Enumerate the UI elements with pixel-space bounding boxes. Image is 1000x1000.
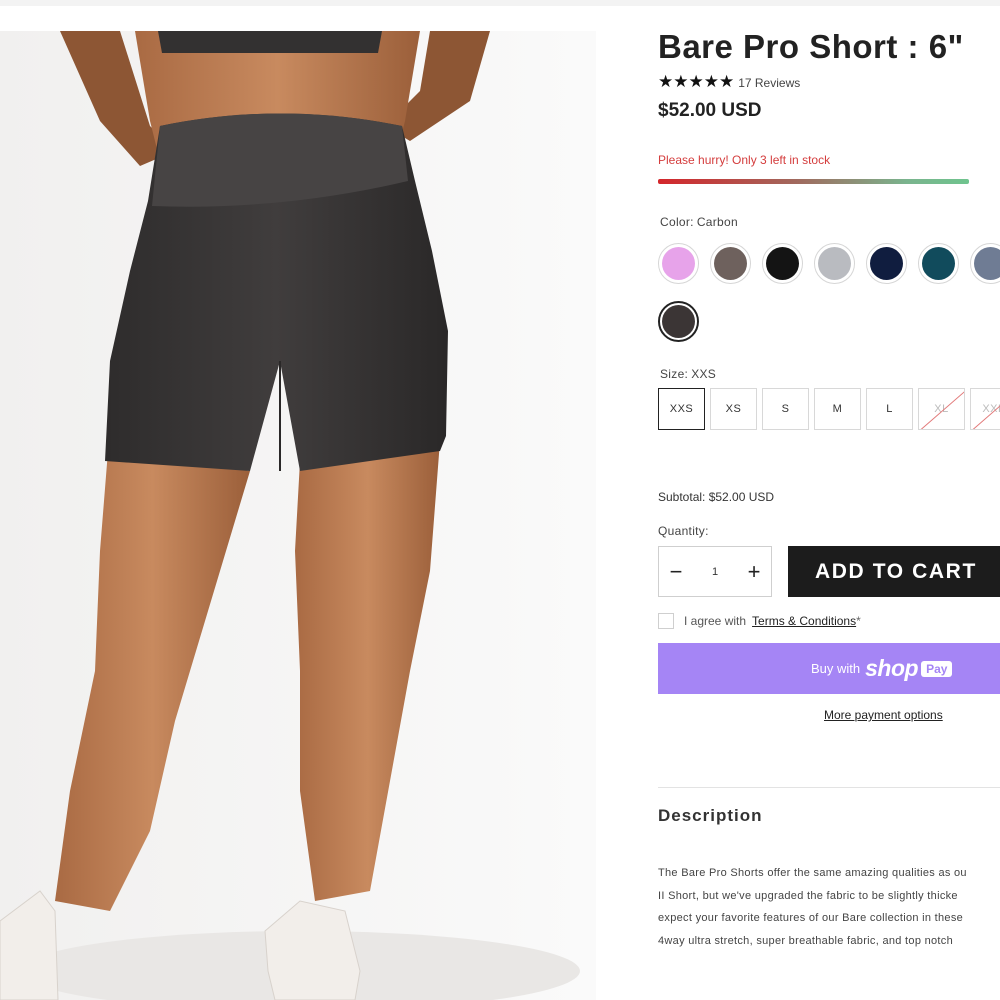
- description-line: II Short, but we've upgraded the fabric …: [658, 889, 958, 902]
- swatch-color: [974, 247, 1000, 280]
- color-swatch-pink[interactable]: [658, 243, 699, 284]
- quantity-plus-button[interactable]: +: [737, 547, 771, 596]
- description-line: expect your favorite features of our Bar…: [658, 912, 964, 924]
- swatch-color: [714, 247, 747, 280]
- buy-with-text: Buy with: [811, 661, 861, 676]
- color-swatch-carbon[interactable]: [658, 301, 699, 342]
- description-line: The Bare Pro Shorts offer the same amazi…: [658, 867, 967, 879]
- star-rating-icon: ★★★★★: [658, 72, 735, 91]
- quantity-input[interactable]: 1: [712, 566, 718, 578]
- size-option-label: Size: XXS: [660, 367, 716, 381]
- stock-progress-bar: [658, 179, 969, 184]
- size-option-xl[interactable]: XL: [918, 388, 965, 430]
- size-option-s[interactable]: S: [762, 388, 809, 430]
- size-label: Size:: [660, 367, 689, 381]
- swatch-color: [662, 305, 695, 338]
- swatch-color: [662, 247, 695, 280]
- review-count-link[interactable]: 17 Reviews: [738, 76, 800, 90]
- pay-badge: Pay: [921, 660, 953, 677]
- size-option-xxs[interactable]: XXS: [658, 388, 705, 430]
- shop-pay-button[interactable]: Buy with shop Pay: [658, 643, 1000, 694]
- color-swatch-black[interactable]: [762, 243, 803, 284]
- color-label: Color:: [660, 215, 694, 229]
- agree-text: I agree with: [684, 614, 747, 628]
- product-title: Bare Pro Short : 6": [658, 28, 964, 65]
- swatch-color: [922, 247, 955, 280]
- color-swatch-slate-blue[interactable]: [970, 243, 1000, 284]
- terms-agreement: I agree with Terms & Conditions *: [658, 613, 861, 629]
- product-info-panel: Bare Pro Short : 6" ★★★★★ 17 Reviews $52…: [658, 0, 1000, 1000]
- description-body: The Bare Pro Shorts offer the same amazi…: [658, 862, 1000, 952]
- quantity-minus-button[interactable]: −: [659, 547, 693, 596]
- selected-size: XXS: [691, 367, 717, 381]
- size-option-l[interactable]: L: [866, 388, 913, 430]
- swatch-color: [818, 247, 851, 280]
- product-price: $52.00 USD: [658, 100, 762, 121]
- add-to-cart-button[interactable]: ADD TO CART: [788, 546, 1000, 597]
- required-asterisk: *: [856, 614, 861, 628]
- divider: [658, 787, 1000, 788]
- size-option-xxl[interactable]: XXL: [970, 388, 1000, 430]
- color-swatch-mocha[interactable]: [710, 243, 751, 284]
- quantity-label: Quantity:: [658, 524, 709, 538]
- product-image[interactable]: [0, 31, 596, 1000]
- selected-color: Carbon: [696, 215, 738, 229]
- description-heading[interactable]: Description: [658, 806, 763, 826]
- rating[interactable]: ★★★★★ 17 Reviews: [658, 72, 800, 92]
- color-swatch-light-grey[interactable]: [814, 243, 855, 284]
- color-option-label: Color: Carbon: [660, 215, 738, 229]
- terms-checkbox[interactable]: [658, 613, 674, 629]
- color-swatch-teal[interactable]: [918, 243, 959, 284]
- terms-link[interactable]: Terms & Conditions: [752, 614, 856, 628]
- swatch-color: [870, 247, 903, 280]
- description-line: 4way ultra stretch, super breathable fab…: [658, 934, 954, 947]
- shop-logo: shop: [865, 655, 919, 681]
- size-option-m[interactable]: M: [814, 388, 861, 430]
- more-payment-options-link[interactable]: More payment options: [824, 708, 943, 722]
- stock-warning: Please hurry! Only 3 left in stock: [658, 153, 831, 167]
- subtotal: Subtotal: $52.00 USD: [658, 490, 775, 504]
- quantity-stepper: − 1 +: [658, 546, 772, 597]
- size-option-xs[interactable]: XS: [710, 388, 757, 430]
- swatch-color: [766, 247, 799, 280]
- color-swatch-navy[interactable]: [866, 243, 907, 284]
